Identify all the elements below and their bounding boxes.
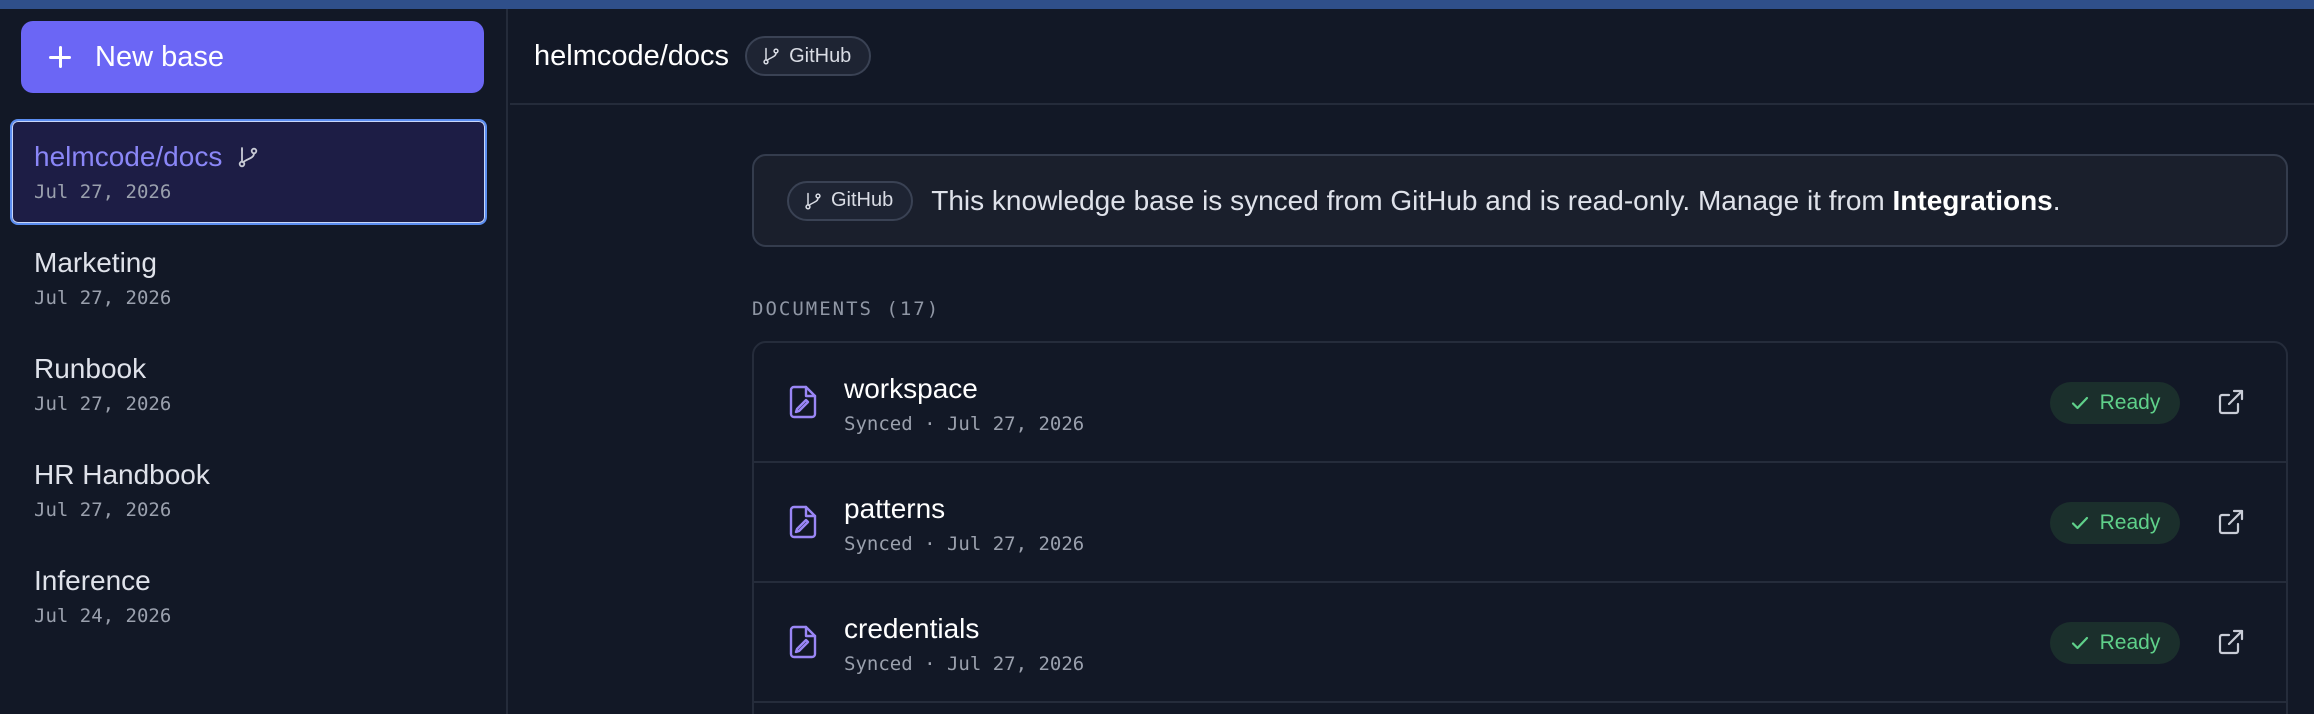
document-meta: Synced · Jul 27, 2026 [844, 413, 1085, 435]
external-link-icon[interactable] [2216, 627, 2246, 657]
banner-badge-label: GitHub [831, 189, 894, 211]
base-item-marketing[interactable]: Marketing Jul 27, 2026 [10, 225, 487, 331]
status-label: Ready [2099, 511, 2161, 534]
base-item-name: Marketing [34, 247, 157, 278]
status-label: Ready [2099, 391, 2161, 414]
status-label: Ready [2099, 631, 2161, 654]
page-title: helmcode/docs [534, 39, 730, 72]
status-badge: Ready [2050, 622, 2180, 664]
documents-list: workspace Synced · Jul 27, 2026 Ready pa… [752, 341, 2288, 714]
plus-icon [49, 46, 71, 68]
banner-source-badge: GitHub [787, 180, 914, 221]
base-list: helmcode/docs Jul 27, 2026 Marketing Jul… [10, 119, 487, 649]
banner-message: This knowledge base is synced from GitHu… [931, 185, 2060, 217]
documents-heading: DOCUMENTS (17) [752, 298, 941, 320]
source-badge: GitHub [745, 36, 872, 76]
document-row[interactable]: workspace Synced · Jul 27, 2026 Ready [754, 343, 2286, 463]
base-item-date: Jul 27, 2026 [34, 287, 172, 309]
base-item-date: Jul 27, 2026 [34, 499, 172, 521]
branch-icon [763, 47, 779, 65]
document-icon [789, 385, 817, 419]
base-item-name: Runbook [34, 353, 147, 384]
base-item-date: Jul 24, 2026 [34, 605, 172, 627]
base-item-runbook[interactable]: Runbook Jul 27, 2026 [10, 331, 487, 437]
base-item-date: Jul 27, 2026 [34, 393, 172, 415]
sidebar: New base helmcode/docs Jul 27, 2026 Mark… [0, 9, 508, 714]
base-item-date: Jul 27, 2026 [34, 181, 172, 203]
document-row[interactable]: patterns Synced · Jul 27, 2026 Ready [754, 463, 2286, 583]
check-icon [2071, 636, 2088, 650]
base-item-name: HR Handbook [34, 459, 210, 490]
banner-message-text: This knowledge base is synced from GitHu… [931, 184, 1893, 216]
document-name: workspace [844, 373, 978, 404]
new-base-button[interactable]: New base [21, 21, 484, 93]
source-badge-label: GitHub [789, 44, 852, 67]
new-base-label: New base [95, 40, 224, 73]
base-item-name: helmcode/docs [34, 141, 223, 172]
check-icon [2071, 516, 2088, 530]
status-badge: Ready [2050, 382, 2180, 424]
check-icon [2071, 396, 2088, 410]
external-link-icon[interactable] [2216, 507, 2246, 537]
window-top-strip [0, 0, 2314, 9]
status-badge: Ready [2050, 502, 2180, 544]
base-item-hr-handbook[interactable]: HR Handbook Jul 27, 2026 [10, 437, 487, 543]
document-row[interactable]: credentials Synced · Jul 27, 2026 Ready [754, 583, 2286, 703]
branch-icon [239, 147, 258, 168]
document-name: credentials [844, 613, 980, 644]
base-item-helmcode-docs[interactable]: helmcode/docs Jul 27, 2026 [10, 119, 487, 225]
document-meta: Synced · Jul 27, 2026 [844, 653, 1085, 675]
base-item-inference[interactable]: Inference Jul 24, 2026 [10, 543, 487, 649]
banner-message-suffix: . [2052, 184, 2061, 216]
read-only-banner: GitHub This knowledge base is synced fro… [752, 154, 2288, 247]
document-name: patterns [844, 493, 946, 524]
document-icon [789, 505, 817, 539]
external-link-icon[interactable] [2216, 387, 2246, 417]
document-meta: Synced · Jul 27, 2026 [844, 533, 1085, 555]
page-header: helmcode/docs GitHub [510, 9, 2314, 105]
base-item-name: Inference [34, 565, 151, 596]
branch-icon [805, 192, 821, 210]
integrations-link[interactable]: Integrations [1893, 185, 2053, 216]
document-icon [789, 625, 817, 659]
